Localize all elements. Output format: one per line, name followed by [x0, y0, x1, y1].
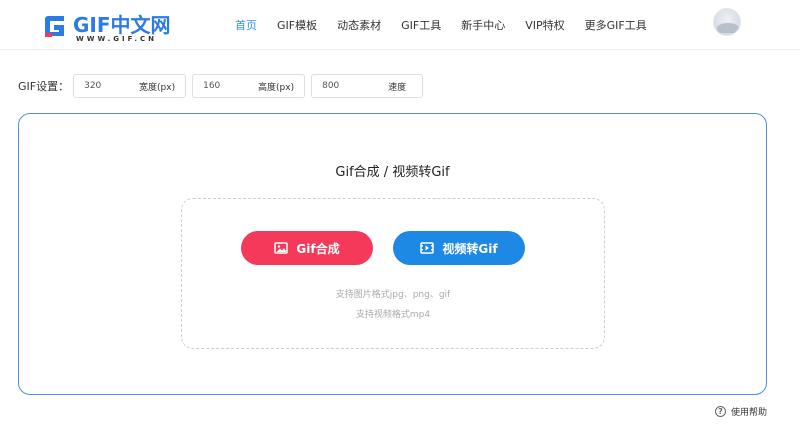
speed-field: 速度	[311, 74, 424, 98]
image-icon	[274, 242, 289, 254]
width-unit-label: 宽度(px)	[139, 82, 176, 93]
help-label: 使用帮助	[731, 408, 768, 418]
settings-label: GIF设置：	[18, 80, 70, 93]
nav-item-more-tools[interactable]: 更多GIF工具	[585, 17, 647, 33]
logo-g-icon	[45, 16, 64, 37]
gif-compose-label: Gif合成	[296, 241, 340, 256]
avatar-image	[717, 23, 739, 33]
question-icon: ?	[715, 406, 726, 417]
video-icon	[420, 242, 435, 254]
height-input[interactable]	[193, 75, 254, 97]
gif-compose-button[interactable]: Gif合成	[241, 231, 373, 265]
help-link[interactable]: ? 使用帮助	[715, 405, 767, 418]
card-title: Gif合成 / 视频转Gif	[335, 165, 450, 180]
upload-card: Gif合成 / 视频转Gif Gif合成 视频转Gif 支持图片格式jpg、pn…	[18, 113, 767, 395]
video-format-hint: 支持视频格式mp4	[355, 310, 431, 320]
header: GIF中文网 WWW.GIF.CN 首页 GIF模板 动态素材 GIF工具 新手…	[0, 0, 800, 50]
site-logo[interactable]: GIF中文网 WWW.GIF.CN	[42, 12, 172, 48]
logo-text: GIF中文网	[73, 13, 171, 37]
height-field: 高度(px)	[192, 74, 306, 98]
width-input[interactable]	[74, 75, 135, 97]
upload-dropzone[interactable]: Gif合成 视频转Gif 支持图片格式jpg、png、gif 支持视频格式mp4	[181, 198, 605, 349]
main-nav: 首页 GIF模板 动态素材 GIF工具 新手中心 VIP特权 更多GIF工具	[235, 0, 667, 50]
logo-subtext: WWW.GIF.CN	[76, 35, 158, 43]
height-unit-label: 高度(px)	[258, 82, 295, 93]
image-format-hint: 支持图片格式jpg、png、gif	[335, 290, 451, 300]
nav-item-beginner-center[interactable]: 新手中心	[461, 17, 505, 33]
gif-settings: GIF设置： 宽度(px) 高度(px) 速度	[18, 74, 429, 98]
speed-input[interactable]	[312, 75, 373, 97]
video-to-gif-label: 视频转Gif	[442, 241, 498, 256]
user-avatar[interactable]	[713, 8, 741, 36]
nav-item-gif-templates[interactable]: GIF模板	[277, 17, 317, 33]
nav-item-vip[interactable]: VIP特权	[525, 17, 564, 33]
width-field: 宽度(px)	[73, 74, 187, 98]
nav-item-home[interactable]: 首页	[235, 17, 257, 33]
nav-item-animated-assets[interactable]: 动态素材	[337, 17, 381, 33]
speed-unit-label: 速度	[388, 82, 407, 93]
video-to-gif-button[interactable]: 视频转Gif	[393, 231, 525, 265]
nav-item-gif-tools[interactable]: GIF工具	[401, 17, 441, 33]
